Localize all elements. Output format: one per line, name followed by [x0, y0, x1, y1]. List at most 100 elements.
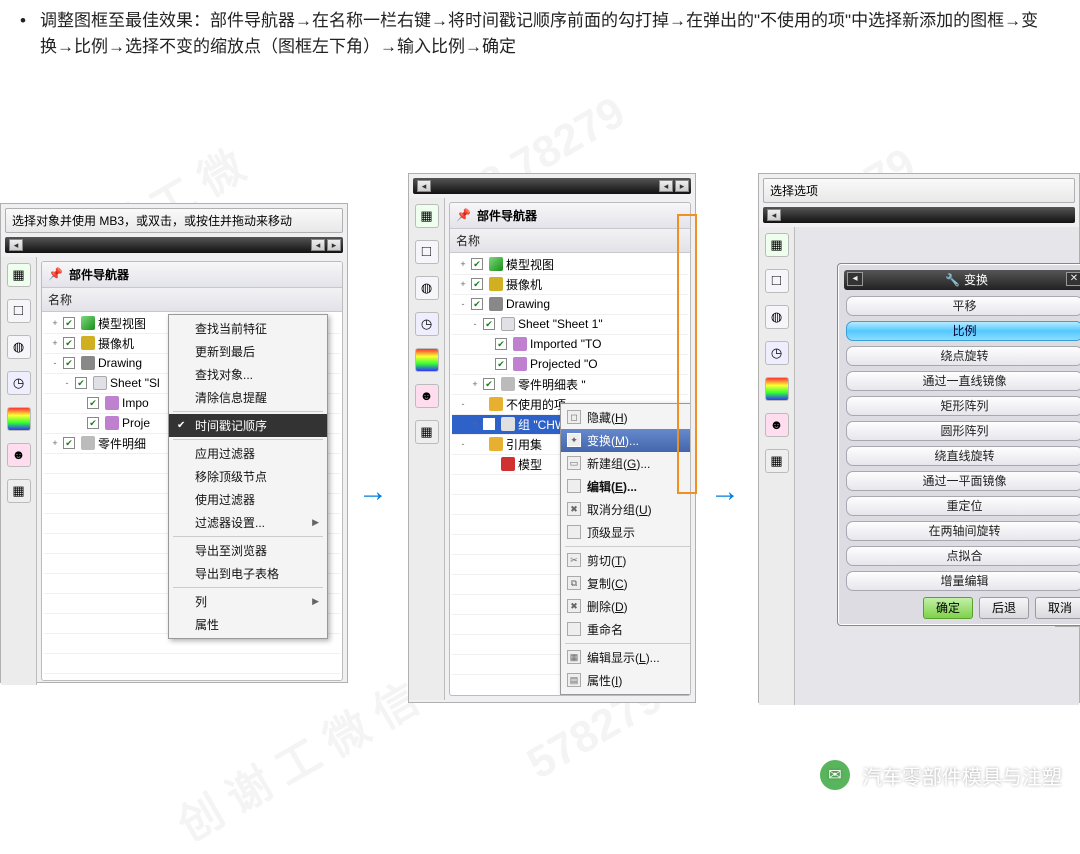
pin-icon[interactable]: 📌 [456, 208, 471, 222]
context-menu-item[interactable]: 应用过滤器 [169, 442, 327, 465]
roles-icon[interactable]: ☻ [415, 384, 439, 408]
context-menu-item[interactable]: 顶级显示 [561, 521, 691, 544]
globe-icon[interactable]: ◍ [7, 335, 31, 359]
transform-option[interactable]: 点拟合 [846, 546, 1080, 566]
layers-icon[interactable] [765, 377, 789, 401]
transform-option[interactable]: 通过一直线镜像 [846, 371, 1080, 391]
transform-option[interactable]: 在两轴间旋转 [846, 521, 1080, 541]
context-menu-item[interactable]: 查找当前特征 [169, 317, 327, 340]
history-icon[interactable]: ◷ [415, 312, 439, 336]
tree-row[interactable]: -✔Drawing [452, 295, 688, 315]
context-menu-item[interactable]: 清除信息提醒 [169, 386, 327, 409]
tree-row[interactable]: ✔Imported "TO [452, 335, 688, 355]
tab-strip[interactable]: ◂ [763, 207, 1075, 223]
transform-option[interactable]: 重定位 [846, 496, 1080, 516]
layers-icon[interactable] [415, 348, 439, 372]
roles-icon[interactable]: ☻ [765, 413, 789, 437]
instruction-bullet: 调整图框至最佳效果：部件导航器→在名称一栏右键→将时间戳记顺序前面的勾打掉→在弹… [0, 0, 1080, 73]
pin-icon[interactable]: 📌 [48, 267, 63, 281]
tree-row[interactable]: ✔Projected "O [452, 355, 688, 375]
tree-label: Imported "TO [530, 337, 601, 351]
transform-option[interactable]: 比例 [846, 321, 1080, 341]
column-header-name[interactable]: 名称 [42, 288, 342, 312]
nav-icon[interactable]: 🞎 [415, 240, 439, 264]
context-menu-item[interactable]: ✦变换(M)... [561, 429, 691, 452]
context-menu-item[interactable]: ⧉复制(C) [561, 572, 691, 595]
history-icon[interactable]: ◷ [765, 341, 789, 365]
cancel-button[interactable]: 取消 [1035, 597, 1080, 619]
layers-icon[interactable] [7, 407, 31, 431]
nav-icon[interactable]: 🞎 [7, 299, 31, 323]
column-header-name[interactable]: 名称 [450, 229, 690, 253]
globe-icon[interactable]: ◍ [765, 305, 789, 329]
context-menu-item[interactable]: 属性 [169, 613, 327, 636]
context-menu-item[interactable]: ▤属性(I) [561, 669, 691, 692]
context-menu-column[interactable]: 查找当前特征更新到最后查找对象...清除信息提醒时间戳记顺序应用过滤器移除顶级节… [168, 314, 328, 639]
back-button[interactable]: 后退 [979, 597, 1029, 619]
context-menu-item[interactable]: ✖取消分组(U) [561, 498, 691, 521]
globe-icon[interactable]: ◍ [415, 276, 439, 300]
dialog-back-icon[interactable]: ◂ [847, 272, 863, 286]
context-menu-item[interactable]: 使用过滤器 [169, 488, 327, 511]
context-menu-item[interactable]: ◻隐藏(H) [561, 406, 691, 429]
context-menu-node[interactable]: ◻隐藏(H)✦变换(M)...▭新建组(G)...编辑(E)...✖取消分组(U… [560, 403, 691, 695]
transform-option[interactable]: 绕点旋转 [846, 346, 1080, 366]
flow-arrow-icon: → [358, 475, 388, 509]
screenshot-1: 选择对象并使用 MB3，或双击，或按住并拖动来移动 ◂ ◂▸ ▦ 🞎 ◍ ◷ ☻… [0, 203, 348, 683]
left-icon-bar: ▦ 🞎 ◍ ◷ ☻ ▦ [1, 257, 37, 685]
transform-option[interactable]: 矩形阵列 [846, 396, 1080, 416]
grid-icon[interactable]: ▦ [7, 479, 31, 503]
context-menu-item[interactable]: ▦编辑显示(L)... [561, 646, 691, 669]
transform-option[interactable]: 平移 [846, 296, 1080, 316]
transform-option[interactable]: 圆形阵列 [846, 421, 1080, 441]
transform-option[interactable]: 通过一平面镜像 [846, 471, 1080, 491]
roles-icon[interactable]: ☻ [7, 443, 31, 467]
screenshot-2: ◂ ◂▸ ▦ 🞎 ◍ ◷ ☻ ▦ 📌 部件导航器 名称 +✔模型视图+✔摄像机-… [408, 173, 696, 703]
left-icon-bar: ▦ 🞎 ◍ ◷ ☻ ▦ [409, 198, 445, 700]
context-menu-item[interactable]: ✂剪切(T) [561, 549, 691, 572]
ok-button[interactable]: 确定 [923, 597, 973, 619]
part-navigator-panel: 📌 部件导航器 名称 +✔模型视图+✔摄像机-✔Drawing-✔Sheet "… [449, 202, 691, 696]
context-menu-item[interactable]: 时间戳记顺序 [169, 414, 327, 437]
nav-icon[interactable]: 🞎 [765, 269, 789, 293]
transform-option[interactable]: 绕直线旋转 [846, 446, 1080, 466]
context-menu-item[interactable]: 更新到最后 [169, 340, 327, 363]
assembly-icon[interactable]: ▦ [7, 263, 31, 287]
part-navigator-panel: 📌 部件导航器 名称 +✔模型视图+✔摄像机-✔Drawing-✔Sheet "… [41, 261, 343, 681]
history-icon[interactable]: ◷ [7, 371, 31, 395]
screenshot-3: 选择选项 ◂ ▦ 🞎 ◍ ◷ ☻ ▦ ◂ [758, 173, 1080, 703]
context-menu-item[interactable]: 列▶ [169, 590, 327, 613]
tree-row[interactable]: +✔模型视图 [452, 255, 688, 275]
tab-strip[interactable]: ◂ ◂▸ [5, 237, 343, 253]
channel-watermark: ✉ 汽车零部件模具与注塑 [818, 758, 1062, 792]
tree-row[interactable]: -✔Sheet "Sheet 1" [452, 315, 688, 335]
assembly-icon[interactable]: ▦ [415, 204, 439, 228]
context-menu-item[interactable]: 导出至浏览器 [169, 539, 327, 562]
dialog-titlebar[interactable]: ◂ 🔧 变换 ✕ [844, 270, 1080, 290]
navigator-header: 📌 部件导航器 [450, 203, 690, 229]
tree-row[interactable]: +✔摄像机 [452, 275, 688, 295]
tree-label: Sheet "Sheet 1" [518, 317, 603, 331]
assembly-icon[interactable]: ▦ [765, 233, 789, 257]
context-menu-item[interactable]: 查找对象... [169, 363, 327, 386]
close-icon[interactable]: ✕ [1066, 272, 1080, 286]
grid-icon[interactable]: ▦ [765, 449, 789, 473]
grid-icon[interactable]: ▦ [415, 420, 439, 444]
tree-label: 零件明细 [98, 435, 146, 452]
context-menu-item[interactable]: ▭新建组(G)... [561, 452, 691, 475]
flow-arrow-icon: → [710, 475, 740, 509]
tab-left-icon[interactable]: ◂ [9, 239, 23, 251]
context-menu-item[interactable]: 导出到电子表格 [169, 562, 327, 585]
navigator-header: 📌 部件导航器 [42, 262, 342, 288]
context-menu-item[interactable]: 过滤器设置...▶ [169, 511, 327, 534]
tree-row[interactable]: +✔零件明细表 " [452, 375, 688, 395]
context-menu-item[interactable]: 移除顶级节点 [169, 465, 327, 488]
tree-label: Proje [122, 416, 150, 430]
transform-option[interactable]: 增量编辑 [846, 571, 1080, 591]
tab-strip[interactable]: ◂ ◂▸ [413, 178, 691, 194]
hint-bar: 选择对象并使用 MB3，或双击，或按住并拖动来移动 [5, 208, 343, 233]
tree-label: 模型视图 [98, 315, 146, 332]
context-menu-item[interactable]: 重命名 [561, 618, 691, 641]
context-menu-item[interactable]: 编辑(E)... [561, 475, 691, 498]
context-menu-item[interactable]: ✖删除(D) [561, 595, 691, 618]
